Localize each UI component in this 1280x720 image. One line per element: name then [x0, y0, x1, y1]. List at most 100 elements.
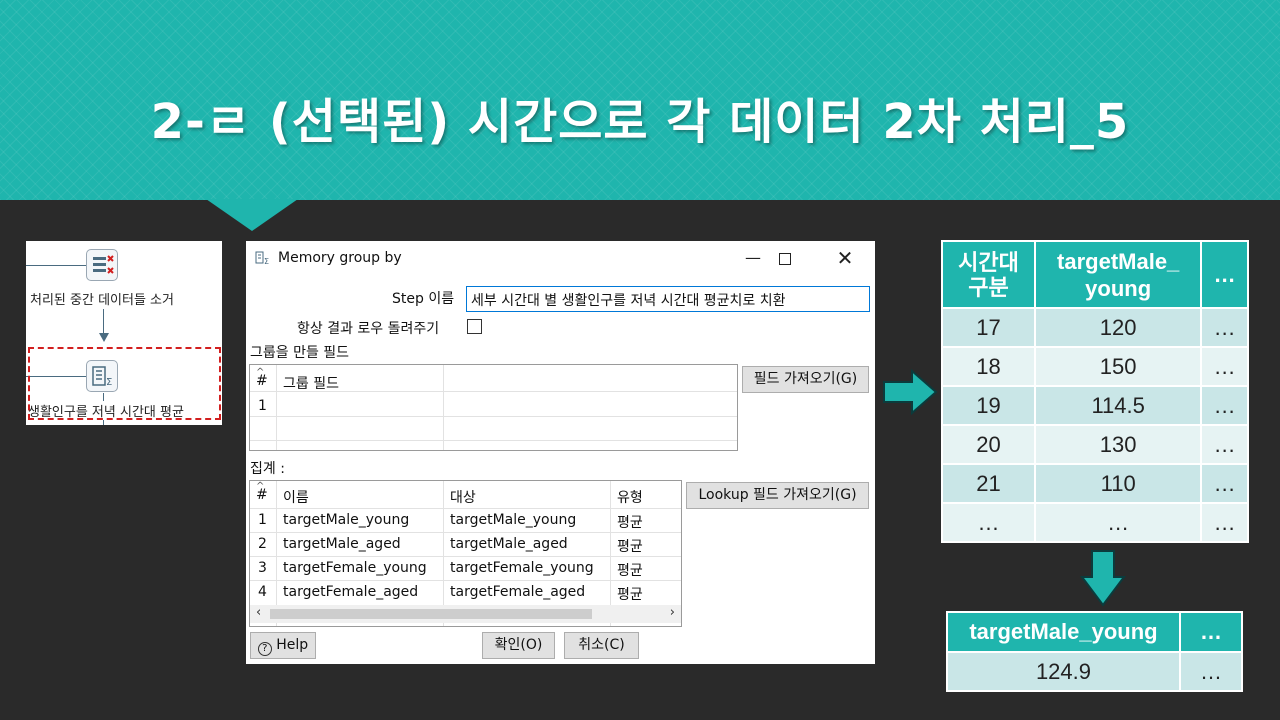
- get-fields-button[interactable]: 필드 가져오기(G): [742, 366, 869, 393]
- close-icon[interactable]: ✕: [822, 241, 868, 275]
- help-icon: ?: [257, 642, 272, 656]
- memory-group-by-dialog: Σ Memory group by — ✕ Step 이름 세부 시간대 별 생…: [246, 241, 875, 664]
- group-fields-label: 그룹을 만들 필드: [250, 345, 350, 361]
- dialog-titlebar: Σ Memory group by — ✕: [246, 241, 875, 275]
- step-name-label: Step 이름: [392, 291, 455, 307]
- grid-row-separator: [250, 440, 737, 441]
- help-button[interactable]: ? Help: [250, 632, 316, 659]
- agg-grid-type-header[interactable]: 유형: [617, 487, 643, 507]
- horizontal-scrollbar[interactable]: ‹ ›: [250, 605, 681, 623]
- dialog-app-icon: Σ: [255, 251, 269, 266]
- agg-row-subject[interactable]: targetMale_aged: [450, 536, 568, 552]
- agg-grid-name-header[interactable]: 이름: [283, 487, 309, 507]
- table-cell: 21: [941, 463, 1036, 504]
- scroll-left-icon[interactable]: ‹: [256, 605, 261, 620]
- agg-row-type[interactable]: 평균: [617, 536, 643, 556]
- step-label-clear: 처리된 중간 데이터들 소거: [30, 293, 174, 308]
- table-cell: …: [1200, 424, 1249, 465]
- banner-pointer: [206, 199, 298, 231]
- group-grid-hash-header: #: [256, 373, 268, 389]
- agg-row-number: 2: [258, 536, 267, 552]
- aggregate-grid: ^ # 이름 대상 유형 1 targetMale_young targetMa…: [249, 480, 682, 627]
- table-cell: 150: [1033, 346, 1203, 387]
- table-header-row: 시간대 구분 targetMale_ young …: [941, 240, 1249, 309]
- agg-row-name[interactable]: targetFemale_young: [283, 560, 427, 576]
- maximize-icon[interactable]: [762, 241, 808, 275]
- table-cell: 20: [941, 424, 1036, 465]
- table-header: targetMale_young: [946, 611, 1181, 653]
- table-cell: …: [1178, 651, 1244, 692]
- grid-row-separator: [250, 532, 681, 533]
- scroll-right-icon[interactable]: ›: [670, 605, 675, 620]
- table-cell: 120: [1033, 307, 1203, 348]
- agg-row-number: 3: [258, 560, 267, 576]
- agg-row-name[interactable]: targetFemale_aged: [283, 584, 418, 600]
- agg-row-number: 4: [258, 584, 267, 600]
- group-grid-row-number: 1: [258, 398, 267, 414]
- aggregate-label: 집계 :: [250, 461, 285, 477]
- table-cell: 130: [1033, 424, 1203, 465]
- ok-button[interactable]: 확인(O): [482, 632, 555, 659]
- grid-row-separator: [250, 556, 681, 557]
- agg-row-subject[interactable]: targetMale_young: [450, 512, 576, 528]
- agg-row-subject[interactable]: targetFemale_young: [450, 560, 594, 576]
- help-button-label: Help: [276, 637, 309, 653]
- grid-row-separator: [250, 416, 737, 417]
- arrow-right-icon: [883, 369, 938, 415]
- always-return-checkbox[interactable]: [467, 319, 482, 334]
- clear-data-step-icon[interactable]: [86, 249, 118, 281]
- lookup-fields-button[interactable]: Lookup 필드 가져오기(G): [686, 482, 869, 509]
- table-cell: …: [1200, 385, 1249, 426]
- agg-row-name[interactable]: targetMale_young: [283, 512, 409, 528]
- table-cell: …: [1200, 463, 1249, 504]
- table-row: … … …: [941, 502, 1249, 543]
- table-cell: 19: [941, 385, 1036, 426]
- table-cell: …: [1200, 346, 1249, 387]
- agg-row-number: 1: [258, 512, 267, 528]
- group-grid-field-header[interactable]: 그룹 필드: [283, 373, 339, 393]
- table-cell: …: [941, 502, 1036, 543]
- table-row: 20 130 …: [941, 424, 1249, 465]
- group-field-cell[interactable]: [277, 392, 443, 416]
- agg-row-type[interactable]: 평균: [617, 560, 643, 580]
- slide-title: 2-ㄹ (선택된) 시간으로 각 데이터 2차 처리_5: [150, 94, 1130, 150]
- agg-row-type[interactable]: 평균: [617, 512, 643, 532]
- dialog-title: Memory group by: [278, 250, 402, 266]
- table-cell: 124.9: [946, 651, 1181, 692]
- agg-row-type[interactable]: 평균: [617, 584, 643, 604]
- table-header: 시간대 구분: [941, 240, 1036, 309]
- agg-grid-hash-header: #: [256, 487, 268, 503]
- table-cell: 18: [941, 346, 1036, 387]
- flow-panel: 처리된 중간 데이터들 소거 Σ 생활인구를 저녁 시간대 평균: [26, 241, 222, 425]
- result-table: targetMale_young … 124.9 …: [946, 611, 1244, 692]
- table-row: 18 150 …: [941, 346, 1249, 387]
- time-slot-table: 시간대 구분 targetMale_ young … 17 120 … 18 1…: [941, 240, 1249, 543]
- agg-row-name[interactable]: targetMale_aged: [283, 536, 401, 552]
- table-row: 21 110 …: [941, 463, 1249, 504]
- table-header: …: [1200, 240, 1249, 309]
- cancel-button[interactable]: 취소(C): [564, 632, 639, 659]
- agg-row-subject[interactable]: targetFemale_aged: [450, 584, 585, 600]
- table-cell: 114.5: [1033, 385, 1203, 426]
- table-cell: 110: [1033, 463, 1203, 504]
- table-row: 19 114.5 …: [941, 385, 1249, 426]
- grid-row-separator: [250, 508, 681, 509]
- table-header-row: targetMale_young …: [946, 611, 1244, 653]
- table-header: …: [1178, 611, 1244, 653]
- table-header: targetMale_ young: [1033, 240, 1203, 309]
- grid-row-separator: [250, 580, 681, 581]
- flow-connector-1: [26, 265, 86, 266]
- table-row: 124.9 …: [946, 651, 1244, 692]
- agg-grid-subject-header[interactable]: 대상: [450, 487, 476, 507]
- table-cell: …: [1200, 502, 1249, 543]
- table-cell: …: [1200, 307, 1249, 348]
- scrollbar-thumb[interactable]: [270, 609, 592, 619]
- arrow-down-icon: [1080, 550, 1126, 607]
- table-cell: …: [1033, 502, 1203, 543]
- flow-arrowhead: [99, 333, 109, 342]
- selection-highlight: [28, 347, 221, 420]
- always-return-label: 항상 결과 로우 돌려주기: [297, 321, 440, 337]
- grid-col-separator: [443, 365, 444, 450]
- step-name-input[interactable]: 세부 시간대 별 생활인구를 저녁 시간대 평균치로 치환: [466, 286, 870, 312]
- table-cell: 17: [941, 307, 1036, 348]
